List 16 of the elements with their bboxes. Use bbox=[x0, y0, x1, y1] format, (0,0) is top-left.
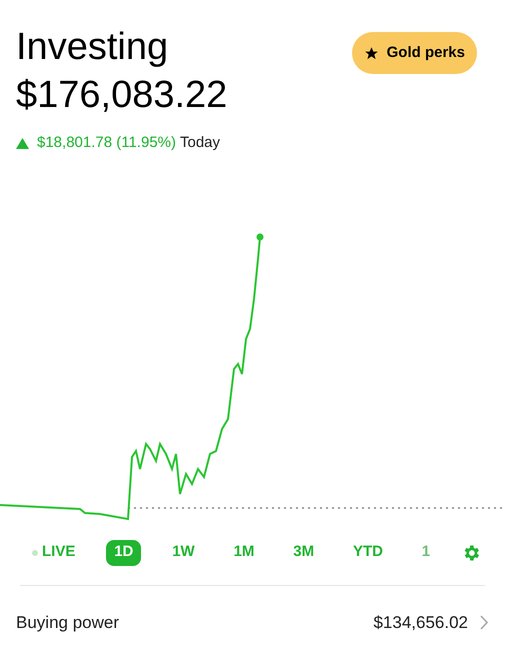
chevron-right-icon[interactable] bbox=[480, 614, 489, 630]
portfolio-value: $176,083.22 bbox=[16, 73, 228, 118]
buying-power-label: Buying power bbox=[16, 612, 120, 634]
change-period: Today bbox=[180, 133, 220, 153]
range-tab[interactable]: LIVE bbox=[24, 540, 84, 566]
perks-button[interactable]: Gold perks bbox=[352, 32, 477, 74]
star-icon bbox=[364, 46, 379, 60]
range-tab[interactable]: 1W bbox=[164, 540, 203, 566]
range-tab[interactable]: 3M bbox=[285, 540, 322, 566]
change-amount: $18,801.78 (11.95%) bbox=[37, 133, 176, 153]
range-tab[interactable]: 1D bbox=[106, 540, 142, 566]
page-title: Investing bbox=[16, 25, 170, 70]
range-tab[interactable]: 1 bbox=[414, 540, 438, 566]
range-tab[interactable]: 1M bbox=[226, 540, 262, 566]
range-tab[interactable]: YTD bbox=[344, 540, 391, 566]
buying-power-value: $134,656.02 bbox=[373, 612, 468, 634]
